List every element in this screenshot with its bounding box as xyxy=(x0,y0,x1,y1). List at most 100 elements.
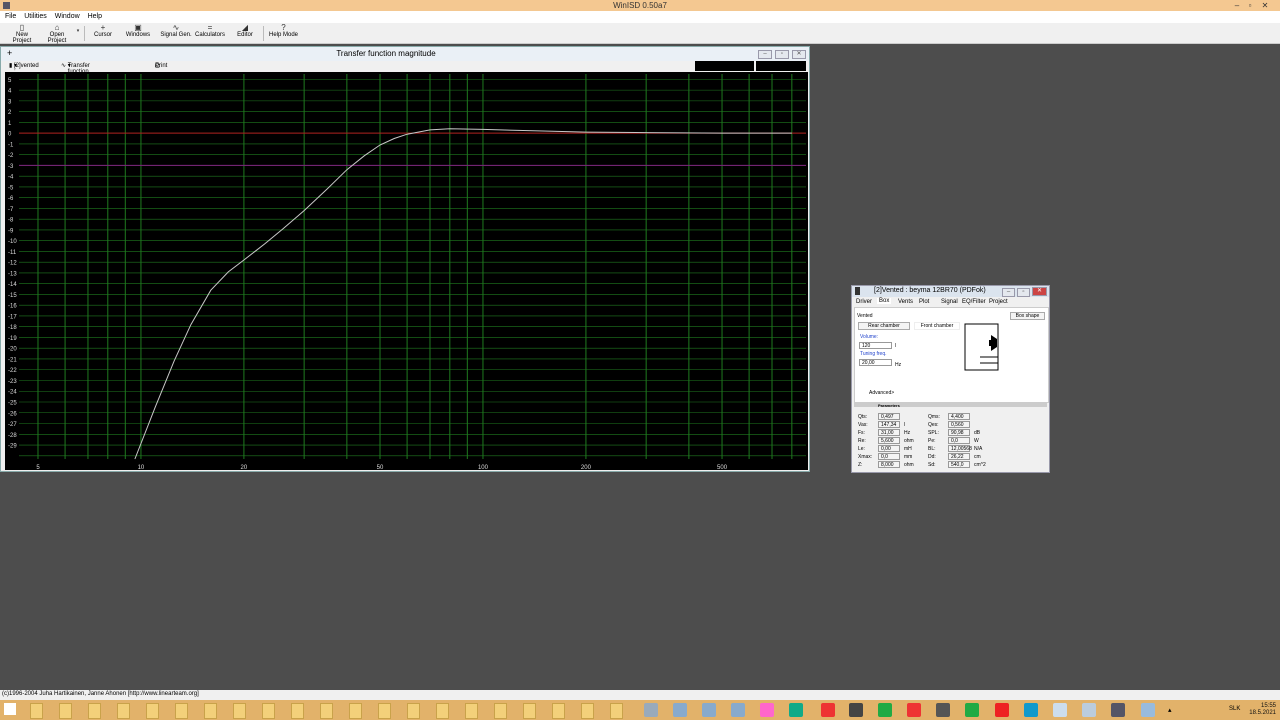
taskbar-app-icon[interactable] xyxy=(907,703,921,717)
menu-utilities[interactable]: Utilities xyxy=(24,11,47,23)
taskbar-app-icon[interactable] xyxy=(789,703,803,717)
tab-box[interactable]: Box xyxy=(877,298,892,304)
params-window-title: [2]Vented : beyma 12BR70 (PDFok) xyxy=(874,287,986,294)
front-chamber-tab[interactable]: Front chamber xyxy=(914,322,960,330)
taskbar-folder-icon[interactable] xyxy=(117,703,130,719)
taskbar-folder-icon[interactable] xyxy=(204,703,217,719)
param-unit: mH xyxy=(904,446,912,452)
menu-file[interactable]: File xyxy=(5,11,16,23)
tab-vents[interactable]: Vents xyxy=(898,299,913,305)
taskbar-app-icon[interactable] xyxy=(760,703,774,717)
param-value: 5,600 xyxy=(878,437,900,444)
param-value: 12,00568 xyxy=(948,445,972,452)
param-label: Qts: xyxy=(858,414,868,420)
taskbar-app-icon[interactable] xyxy=(1082,703,1096,717)
taskbar-folder-icon[interactable] xyxy=(465,703,478,719)
project-select[interactable]: ▮ [2]vented : ▾ xyxy=(9,62,39,75)
taskbar-folder-icon[interactable] xyxy=(88,703,101,719)
menu-help[interactable]: Help xyxy=(88,11,102,23)
tray-chevron-icon[interactable]: ▴ xyxy=(1168,706,1172,714)
taskbar-folder-icon[interactable] xyxy=(581,703,594,719)
taskbar-app-icon[interactable] xyxy=(849,703,863,717)
plot-area[interactable]: 5 4 3 2 1 0 -1 -2 -3 -4 -5 -6 -7 -8 -9 -10 -11 -12 -13 -14-… xyxy=(5,72,808,471)
taskbar-app-icon[interactable] xyxy=(965,703,979,717)
taskbar-folder-icon[interactable] xyxy=(320,703,333,719)
taskbar-folder-icon[interactable] xyxy=(59,703,72,719)
calculator-icon: = xyxy=(207,23,213,32)
taskbar-folder-icon[interactable] xyxy=(349,703,362,719)
tab-eq-filter[interactable]: EQ/Filter xyxy=(962,299,986,305)
open-project-button[interactable]: ⌂ Open Project xyxy=(40,23,74,45)
taskbar-folder-icon[interactable] xyxy=(30,703,43,719)
new-project-button[interactable]: ▯ New Project xyxy=(6,24,38,45)
open-project-dropdown[interactable]: ▾ xyxy=(75,24,81,42)
taskbar-app-icon[interactable] xyxy=(702,703,716,717)
tab-project[interactable]: Project xyxy=(989,299,1008,305)
advanced-button[interactable]: Advanced> xyxy=(869,390,894,396)
params-maximize-icon[interactable]: ▫ xyxy=(1017,288,1030,297)
param-value: 90,98 xyxy=(948,429,970,436)
taskbar-app-icon[interactable] xyxy=(673,703,687,717)
volume-input[interactable]: 120 xyxy=(859,342,892,349)
taskbar-app-icon[interactable] xyxy=(1024,703,1038,717)
param-label: Le: xyxy=(858,446,865,452)
tab-plot[interactable]: Plot xyxy=(919,299,929,305)
taskbar-folder-icon[interactable] xyxy=(552,703,565,719)
tab-driver[interactable]: Driver xyxy=(856,299,872,305)
param-unit: mm xyxy=(904,454,913,460)
start-button[interactable] xyxy=(4,703,16,715)
language-indicator[interactable]: SLK xyxy=(1229,706,1240,712)
y-tick-label: -4 xyxy=(8,175,14,181)
signal-gen-button[interactable]: ∿ Signal Gen. xyxy=(160,24,192,42)
taskbar-folder-icon[interactable] xyxy=(262,703,275,719)
chevron-down-icon: ▾ xyxy=(76,28,80,34)
taskbar-folder-icon[interactable] xyxy=(175,703,188,719)
windows-button[interactable]: ▣ Windows xyxy=(124,24,152,42)
taskbar-app-icon[interactable] xyxy=(878,703,892,717)
taskbar-folder-icon[interactable] xyxy=(378,703,391,719)
taskbar-app-icon[interactable] xyxy=(995,703,1009,717)
taskbar-app-icon[interactable] xyxy=(644,703,658,717)
taskbar-app-icon[interactable] xyxy=(1111,703,1125,717)
chart-maximize-icon[interactable]: ▫ xyxy=(775,50,789,59)
chart-minimize-icon[interactable]: – xyxy=(758,50,772,59)
y-tick-label: -26 xyxy=(8,411,17,417)
param-label: Qes: xyxy=(928,422,939,428)
tab-signal[interactable]: Signal xyxy=(941,299,958,305)
taskbar-app-icon[interactable] xyxy=(1141,703,1155,717)
box-shape-button[interactable]: Box shape xyxy=(1010,312,1045,320)
folder-open-icon: ⌂ xyxy=(54,23,60,32)
maximize-icon[interactable]: ▫ xyxy=(1245,1,1255,10)
y-tick-label: -6 xyxy=(8,196,14,202)
y-tick-label: -18 xyxy=(8,325,17,331)
minimize-icon[interactable]: – xyxy=(1232,1,1242,10)
help-mode-button[interactable]: ? Help Mode xyxy=(268,24,299,42)
taskbar-app-icon[interactable] xyxy=(731,703,745,717)
y-tick-label: -7 xyxy=(8,207,14,213)
taskbar-folder-icon[interactable] xyxy=(436,703,449,719)
clock[interactable]: 15:55 18.5.2021 xyxy=(1249,703,1276,717)
taskbar-folder-icon[interactable] xyxy=(610,703,623,719)
close-icon[interactable]: ✕ xyxy=(1260,1,1270,10)
taskbar-app-icon[interactable] xyxy=(821,703,835,717)
taskbar-folder-icon[interactable] xyxy=(494,703,507,719)
plot-type-select[interactable]: ∿ Transfer function magnitude ▾ xyxy=(61,62,96,81)
cursor-button[interactable]: + Cursor xyxy=(90,24,116,42)
params-close-icon[interactable]: ✕ xyxy=(1032,287,1047,296)
taskbar-folder-icon[interactable] xyxy=(291,703,304,719)
chart-close-icon[interactable]: ✕ xyxy=(792,50,806,59)
taskbar-folder-icon[interactable] xyxy=(523,703,536,719)
taskbar-folder-icon[interactable] xyxy=(233,703,246,719)
menu-window[interactable]: Window xyxy=(55,11,80,23)
taskbar-app-icon[interactable] xyxy=(936,703,950,717)
taskbar-folder-icon[interactable] xyxy=(146,703,159,719)
taskbar-app-icon[interactable] xyxy=(1053,703,1067,717)
param-label: Xmax: xyxy=(858,454,873,460)
editor-button[interactable]: ◢ Editor xyxy=(232,24,258,42)
chart-window-titlebar: + Transfer function magnitude – ▫ ✕ xyxy=(1,47,809,61)
taskbar-folder-icon[interactable] xyxy=(407,703,420,719)
rear-chamber-tab[interactable]: Rear chamber xyxy=(858,322,910,330)
tuning-freq-input[interactable]: 20,00 xyxy=(859,359,892,366)
params-minimize-icon[interactable]: – xyxy=(1002,288,1015,297)
calculators-button[interactable]: = Calculators xyxy=(194,24,226,42)
